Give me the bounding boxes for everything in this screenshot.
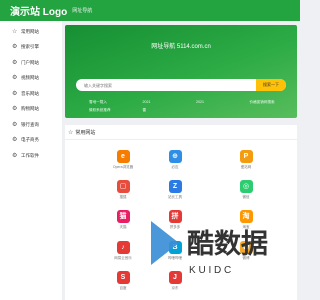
sidebar-item-music[interactable]: ⚙ 音乐网站 xyxy=(0,86,62,102)
gear-icon: ⚙ xyxy=(12,121,18,128)
aizhan-icon: P xyxy=(239,150,253,163)
hot-keywords: 雪地一载入 2021 2021 价格促销网搜索 微软系统推荐 雷 xyxy=(75,100,289,113)
search-button[interactable]: 搜索一下 xyxy=(256,79,286,91)
sidebar-item-label: 常用网站 xyxy=(21,28,39,34)
gear-icon: ⚙ xyxy=(12,106,18,113)
gear-icon: ⚙ xyxy=(12,152,18,159)
section-header: ☆ 常用网站 xyxy=(68,129,95,136)
sidebar-item-label: 电子商务 xyxy=(21,137,39,143)
sidebar-item-label: 音乐网站 xyxy=(21,90,39,96)
site-link[interactable]: e Opera浏览器 xyxy=(106,150,140,170)
chinaz-icon: Z xyxy=(168,180,182,193)
search-bar: 搜索一下 xyxy=(76,79,286,91)
site-link[interactable]: S 百度 xyxy=(106,271,140,291)
gear-icon: ⚙ xyxy=(12,137,18,144)
search-input[interactable] xyxy=(76,79,256,91)
sidebar-item-label: 搜索引擎 xyxy=(21,44,39,50)
keyword-chip[interactable]: 价格促销网搜索 xyxy=(236,100,290,105)
sidebar-item-label: 工作软件 xyxy=(21,152,39,158)
site-label: 爱站网 xyxy=(240,165,252,169)
divider xyxy=(65,139,297,140)
section-title: 常用网站 xyxy=(75,130,96,136)
kuidc-watermark: 酷数据 K U I D C xyxy=(151,221,268,276)
opera-icon: e xyxy=(116,150,130,163)
site-label: 网易云音乐 xyxy=(114,256,132,260)
watermark-text: 酷数据 xyxy=(187,229,268,260)
site-link[interactable]: 猫 天猫 xyxy=(106,210,140,230)
site-link[interactable]: ◎ 微信 xyxy=(229,180,263,200)
site-label: 站长工具 xyxy=(168,195,182,199)
keyword-chip[interactable]: 雷 xyxy=(129,108,183,113)
sidebar-item-label: 视频网站 xyxy=(21,75,39,81)
baidu-icon: S xyxy=(116,271,130,284)
sidebar-item-shopping[interactable]: ⚙ 购物网站 xyxy=(0,102,62,118)
keyword-chip[interactable]: 微软系统推荐 xyxy=(75,108,129,113)
gear-icon: ⚙ xyxy=(12,59,18,66)
star-icon: ☆ xyxy=(68,130,74,136)
sidebar-item-portals[interactable]: ⚙ 门户网站 xyxy=(0,55,62,71)
play-icon xyxy=(151,221,179,265)
gear-icon: ⚙ xyxy=(12,75,18,82)
site-link[interactable]: ▢ 搜狐 xyxy=(106,180,140,200)
hero-title: 网址导航 5114.com.cn xyxy=(151,44,211,50)
sidebar-item-search-engines[interactable]: ⚙ 搜索引擎 xyxy=(0,40,62,56)
gear-icon: ⚙ xyxy=(12,44,18,51)
site-link[interactable]: ⊕ 必应 xyxy=(158,150,192,170)
site-label: Opera浏览器 xyxy=(112,165,134,169)
sidebar: ☆ 常用网站 ⚙ 搜索引擎 ⚙ 门户网站 ⚙ 视频网站 ⚙ 音乐网站 ⚙ 购物网… xyxy=(0,21,62,300)
sidebar-item-work-software[interactable]: ⚙ 工作软件 xyxy=(0,148,62,164)
keyword-chip[interactable]: 雪地一载入 xyxy=(75,100,129,105)
site-subtitle: 网址导航 xyxy=(72,8,93,14)
sidebar-item-ecommerce[interactable]: ⚙ 电子商务 xyxy=(0,133,62,149)
sidebar-item-label: 购物网站 xyxy=(21,106,39,112)
keyword-chip[interactable]: 2021 xyxy=(129,100,183,105)
site-link[interactable]: Z 站长工具 xyxy=(158,180,192,200)
top-bar: 演示站 Logo 网址导航 xyxy=(0,0,300,21)
site-logo[interactable]: 演示站 Logo xyxy=(10,3,67,18)
site-label: 百度 xyxy=(119,286,127,290)
sidebar-item-label: 门户网站 xyxy=(21,59,39,65)
netease-music-icon: ♪ xyxy=(116,241,130,254)
tmall-icon: 猫 xyxy=(116,210,130,223)
site-label: 微信 xyxy=(242,195,250,199)
sidebar-item-video[interactable]: ⚙ 视频网站 xyxy=(0,71,62,87)
site-link[interactable]: ♪ 网易云音乐 xyxy=(106,241,140,261)
site-label: 搜狐 xyxy=(119,195,127,199)
site-label: 必应 xyxy=(171,165,179,169)
sidebar-item-banking[interactable]: ⚙ 银行查询 xyxy=(0,117,62,133)
hero-banner: 网址导航 5114.com.cn 搜索一下 雪地一载入 2021 2021 价格… xyxy=(65,25,297,118)
gear-icon: ⚙ xyxy=(12,90,18,97)
sohu-icon: ▢ xyxy=(116,180,130,193)
keyword-chip[interactable]: 2021 xyxy=(182,100,236,105)
site-link[interactable]: P 爱站网 xyxy=(229,150,263,170)
wechat-icon: ◎ xyxy=(239,180,253,193)
sidebar-item-common-sites[interactable]: ☆ 常用网站 xyxy=(0,24,62,40)
watermark-subtext: K U I D C xyxy=(189,265,231,276)
bing-icon: ⊕ xyxy=(168,150,182,163)
sidebar-item-label: 银行查询 xyxy=(21,121,39,127)
star-icon: ☆ xyxy=(12,28,18,35)
site-label: 天猫 xyxy=(119,225,127,229)
